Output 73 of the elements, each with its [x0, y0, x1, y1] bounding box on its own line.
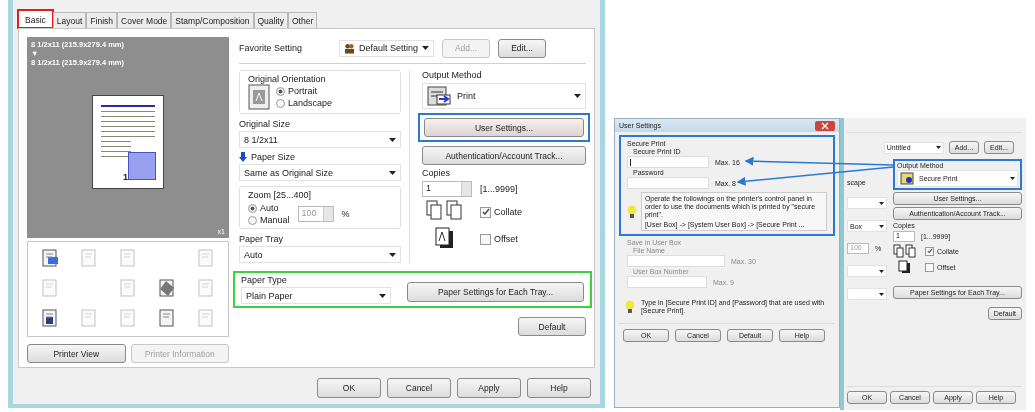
document-icon[interactable]: [39, 247, 60, 268]
caret-icon: [879, 269, 884, 273]
radio-button[interactable]: Landscape: [276, 98, 333, 108]
field-label: Favorite Setting: [239, 43, 304, 53]
collate-icon: [893, 244, 917, 258]
favorite-dropdown[interactable]: Default Setting: [339, 39, 434, 57]
lightbulb-icon: [627, 204, 637, 219]
checkbox[interactable]: Offset: [480, 233, 518, 245]
caret-icon: [879, 224, 884, 228]
field-label: Original Size: [239, 119, 292, 129]
field-label: Paper Tray: [239, 234, 285, 244]
printer-icon: [427, 86, 453, 106]
tab[interactable]: Cover Mode: [117, 12, 172, 28]
field-label: Paper Type: [241, 275, 288, 285]
output-method-dropdown[interactable]: Print: [422, 83, 586, 109]
tab[interactable]: Other: [287, 12, 318, 28]
caret-icon: [574, 94, 581, 98]
edit-button[interactable]: Edit...: [498, 38, 546, 58]
group-label: Original Orientation: [248, 74, 326, 84]
paper-size-dropdown[interactable]: Same as Original Size: [239, 164, 401, 181]
original-size-dropdown[interactable]: 8 1/2x11: [239, 131, 401, 148]
portrait-page-icon: [248, 84, 270, 110]
dialog-button[interactable]: Apply: [457, 378, 521, 398]
caret-icon: [879, 292, 884, 296]
default-button[interactable]: Default: [518, 317, 586, 336]
caret-icon: [879, 201, 884, 205]
caret-icon: [389, 170, 396, 175]
dialog-button[interactable]: OK: [317, 378, 381, 398]
dialog-button[interactable]: Cancel: [387, 378, 451, 398]
caret-icon: [422, 46, 429, 50]
caret-icon: [389, 252, 396, 257]
tab[interactable]: Quality: [253, 12, 288, 28]
tab[interactable]: Basic: [18, 10, 53, 28]
radio-button[interactable]: Auto: [248, 203, 290, 213]
secure-print-id-field[interactable]: [627, 156, 709, 168]
paper-type-dropdown[interactable]: Plain Paper: [241, 287, 391, 304]
checkmark-icon: [481, 208, 490, 216]
tab[interactable]: Finish: [86, 12, 117, 28]
copies-spinner[interactable]: 1: [422, 181, 472, 197]
dialog-button[interactable]: Printer View: [27, 344, 126, 363]
password-field[interactable]: [627, 177, 709, 189]
tab[interactable]: Stamp/Composition: [171, 12, 254, 28]
document-icon[interactable]: [39, 307, 60, 328]
caret-icon: [379, 293, 386, 298]
tab[interactable]: Layout: [52, 12, 87, 28]
dialog-button[interactable]: Help: [527, 378, 591, 398]
paper-settings-button[interactable]: Paper Settings for Each Tray...: [407, 282, 584, 302]
unit-label: %: [341, 209, 350, 219]
range-label: [1...9999]: [480, 184, 518, 194]
image-block: [128, 152, 156, 180]
lightbulb-icon: [625, 300, 635, 314]
paper-tray-dropdown[interactable]: Auto: [239, 246, 401, 263]
field-label: Paper Size: [251, 152, 296, 162]
page-number: 1: [123, 172, 128, 182]
checkbox[interactable]: Collate: [480, 206, 522, 218]
user-settings-button[interactable]: User Settings...: [424, 118, 584, 137]
down-arrow-icon: [239, 152, 247, 162]
group-label: Zoom [25...400]: [248, 190, 312, 200]
checkmark-icon: [926, 248, 933, 254]
dropdown[interactable]: [847, 288, 887, 300]
secure-print-icon: [900, 172, 916, 185]
radio-button[interactable]: Manual: [248, 215, 290, 225]
field-label: Output Method: [422, 70, 483, 80]
authentication-button[interactable]: Authentication/Account Track...: [422, 146, 586, 165]
caret-icon: [1010, 177, 1015, 180]
close-icon[interactable]: [815, 120, 835, 131]
field-label: Copies: [422, 168, 451, 178]
dropdown[interactable]: [847, 197, 887, 209]
caret-icon: [935, 146, 941, 149]
radio-button[interactable]: Portrait: [276, 86, 333, 96]
people-icon: [344, 42, 355, 54]
dropdown[interactable]: [847, 265, 887, 277]
caret-icon: [389, 137, 396, 142]
